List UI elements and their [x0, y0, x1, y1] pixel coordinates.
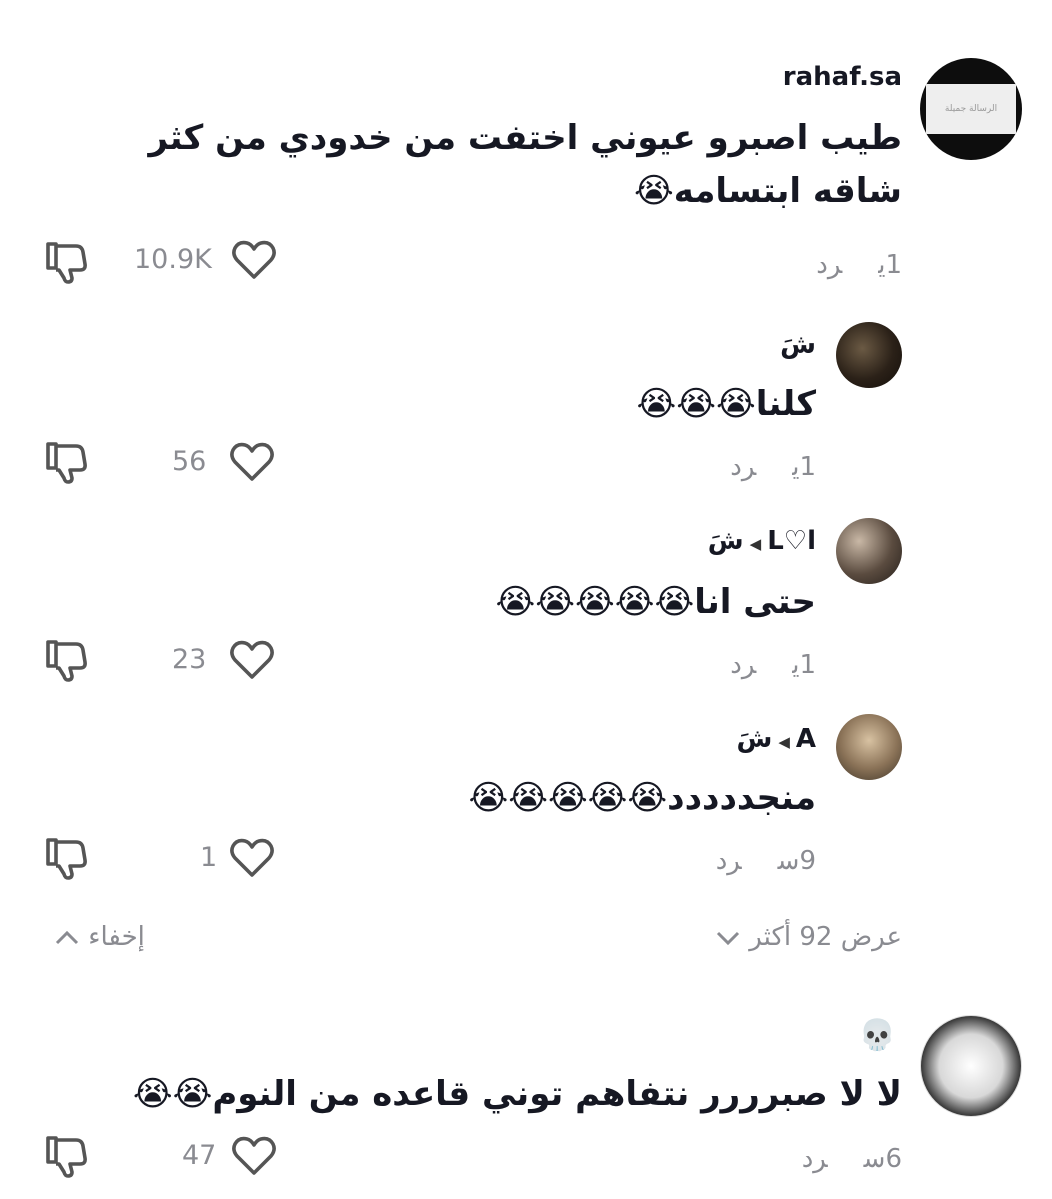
- dislike-icon[interactable]: [42, 440, 90, 484]
- like-count: 10.9K: [134, 244, 212, 275]
- like-count: 23: [172, 644, 207, 675]
- heart-icon[interactable]: [228, 638, 276, 682]
- reply-author[interactable]: L♡l: [767, 526, 816, 556]
- comment-text: طيب اصبرو عيوني اختفت من خدودي من كثر شا…: [142, 112, 903, 217]
- hide-label: إخفاء: [88, 922, 145, 952]
- avatar[interactable]: [836, 714, 902, 780]
- like-count: 56: [172, 446, 207, 477]
- comment-username[interactable]: rahaf.sa: [783, 62, 902, 92]
- chevron-up-icon: [55, 930, 79, 944]
- comment-time: 9س: [777, 846, 816, 876]
- comment-meta: 1ي رد: [730, 452, 816, 482]
- comment-time: 1ي: [878, 250, 902, 280]
- comment-username[interactable]: 💀: [859, 1018, 896, 1053]
- crying-emoji: 😭😭: [132, 1074, 213, 1114]
- chevron-down-icon: [716, 931, 740, 945]
- comment-text: كلنا😭😭😭: [637, 378, 816, 431]
- comment-meta: 6س رد: [802, 1144, 902, 1174]
- heart-icon[interactable]: [228, 836, 276, 880]
- reply-author[interactable]: A: [796, 724, 816, 754]
- heart-icon[interactable]: [230, 1134, 278, 1178]
- comment-body: طيب اصبرو عيوني اختفت من خدودي من كثر شا…: [148, 118, 903, 211]
- reply-button[interactable]: رد: [730, 452, 756, 482]
- reply-button[interactable]: رد: [730, 650, 756, 680]
- like-count: 1: [200, 842, 218, 873]
- comment-meta: 1ي رد: [730, 650, 816, 680]
- reply-button[interactable]: رد: [816, 250, 842, 280]
- dislike-icon[interactable]: [42, 1134, 90, 1178]
- reply-caret-icon: ◀: [749, 535, 762, 553]
- avatar[interactable]: الرسالة جميلة: [920, 58, 1022, 160]
- reply-button[interactable]: رد: [716, 846, 742, 876]
- heart-icon[interactable]: [230, 238, 278, 282]
- reply-caret-icon: ◀: [778, 733, 790, 751]
- comment-body: لا لا صبرررر نتفاهم توني قاعده من النوم: [212, 1074, 902, 1114]
- dislike-icon[interactable]: [42, 240, 90, 284]
- like-count: 47: [182, 1140, 217, 1171]
- avatar[interactable]: [836, 322, 902, 388]
- comment-username[interactable]: شَ: [780, 330, 816, 360]
- avatar-image-text: الرسالة جميلة: [926, 84, 1016, 134]
- comment-text: منجددددد😭😭😭😭😭: [468, 772, 816, 825]
- comment-body: كلنا: [755, 384, 816, 424]
- crying-emoji: 😭: [634, 170, 674, 211]
- comment-body: حتى انا: [694, 582, 816, 622]
- dislike-icon[interactable]: [42, 836, 90, 880]
- view-more-replies-button[interactable]: عرض 92 أكثر: [715, 922, 902, 952]
- comment-username: L♡l ◀ شَ: [708, 526, 816, 556]
- reply-target[interactable]: شَ: [736, 724, 772, 754]
- comment-text: لا لا صبرررر نتفاهم توني قاعده من النوم😭…: [133, 1068, 902, 1121]
- dislike-icon[interactable]: [42, 638, 90, 682]
- crying-emoji: 😭😭😭😭😭: [468, 778, 668, 818]
- crying-emoji: 😭😭😭😭😭: [495, 582, 695, 622]
- crying-emoji: 😭😭😭: [636, 384, 756, 424]
- comment-username: A ◀ شَ: [736, 724, 816, 754]
- comment-time: 6س: [863, 1144, 902, 1174]
- reply-button[interactable]: رد: [802, 1144, 828, 1174]
- avatar[interactable]: [920, 1015, 1022, 1117]
- hide-replies-button[interactable]: إخفاء: [54, 922, 145, 952]
- comment-time: 1ي: [792, 650, 816, 680]
- comment-meta: 1ي رد: [816, 250, 902, 280]
- comment-time: 1ي: [792, 452, 816, 482]
- view-more-label: عرض 92 أكثر: [749, 922, 902, 952]
- comment-meta: 9س رد: [716, 846, 816, 876]
- reply-target[interactable]: شَ: [708, 526, 744, 556]
- comment-body: منجددددد: [667, 778, 816, 818]
- comment-text: حتى انا😭😭😭😭😭: [496, 576, 816, 629]
- heart-icon[interactable]: [228, 440, 276, 484]
- avatar[interactable]: [836, 518, 902, 584]
